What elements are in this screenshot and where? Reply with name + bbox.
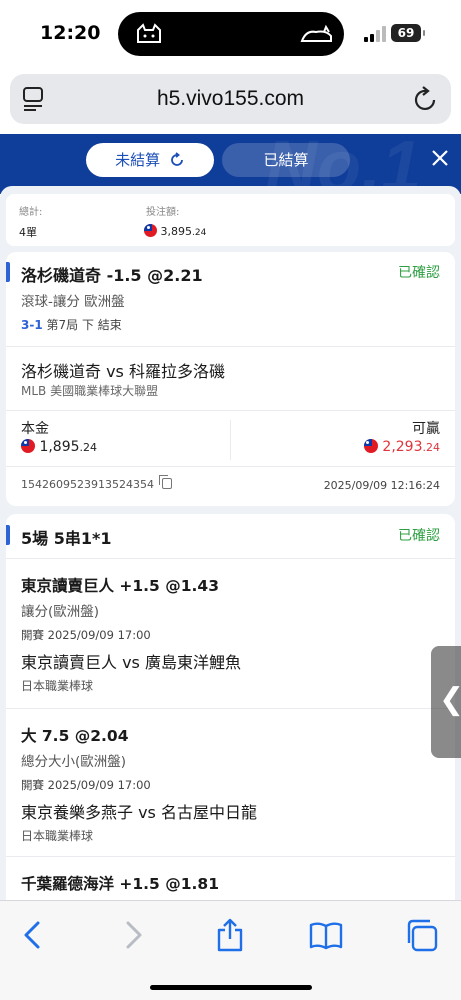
stake-value: 3,895.24 bbox=[144, 224, 206, 238]
divider-vertical bbox=[230, 420, 231, 460]
stake-label: 本金 bbox=[21, 421, 49, 437]
win-label: 可贏 bbox=[412, 421, 440, 437]
summary-panel: 總計: 4單 投注額: 3,895.24 bbox=[6, 194, 455, 246]
leg-match: 東京讀賣巨人 vs 廣島東洋鯉魚 bbox=[21, 653, 241, 672]
leg-start-time: 開賽 2025/09/09 17:00 bbox=[21, 778, 151, 792]
stake-label: 投注額: bbox=[146, 207, 180, 218]
bookmarks-icon[interactable] bbox=[308, 917, 344, 953]
leg-market: 總分大小(歐洲盤) bbox=[21, 754, 127, 770]
leg-market: 讓分(歐洲盤) bbox=[21, 604, 100, 620]
refresh-icon[interactable] bbox=[169, 152, 185, 168]
tab-unsettled[interactable]: 未結算 bbox=[86, 143, 214, 177]
status-bar: 12:20 69 bbox=[0, 0, 461, 68]
leg-league: 日本職業棒球 bbox=[21, 679, 94, 693]
leg-match: 東京養樂多燕子 vs 名古屋中日龍 bbox=[21, 803, 257, 822]
chevron-left-icon: ❮ bbox=[439, 682, 461, 717]
address-bar[interactable]: h5.vivo155.com bbox=[10, 74, 451, 124]
divider bbox=[6, 708, 455, 709]
dynamic-island bbox=[118, 12, 344, 56]
tabs-icon[interactable] bbox=[404, 917, 440, 953]
status-badge: 已確認 bbox=[398, 265, 440, 281]
divider bbox=[6, 410, 455, 411]
leg-pick: 大 7.5 @2.04 bbox=[21, 727, 129, 745]
parlay-title: 5場 5串1*1 bbox=[21, 529, 112, 548]
battery-indicator: 69 bbox=[391, 24, 425, 42]
bet-card-single[interactable]: 洛杉磯道奇 -1.5 @2.21 已確認 滾球-讓分 歐洲盤 3-1 第7局 下… bbox=[6, 252, 455, 506]
divider bbox=[6, 558, 455, 559]
bet-card-parlay[interactable]: 5場 5串1*1 已確認 東京讀賣巨人 +1.5 @1.43 讓分(歐洲盤) 開… bbox=[6, 514, 455, 900]
url-text[interactable]: h5.vivo155.com bbox=[10, 87, 451, 111]
bet-id: 1542609523913524354 bbox=[21, 475, 173, 491]
sleeping-cat-icon bbox=[300, 24, 332, 42]
bet-market: 滾球-讓分 歐洲盤 bbox=[21, 294, 125, 310]
leg-start-time: 開賽 2025/09/09 17:00 bbox=[21, 628, 151, 642]
score: 3-1 bbox=[21, 318, 43, 332]
status-badge: 已確認 bbox=[398, 528, 440, 544]
home-indicator bbox=[150, 985, 312, 990]
tab-unsettled-label: 未結算 bbox=[115, 151, 161, 169]
taiwan-flag-icon bbox=[21, 439, 35, 453]
card-accent bbox=[6, 262, 10, 282]
stake-amount: 1,895.24 bbox=[21, 439, 97, 455]
leg-pick: 東京讀賣巨人 +1.5 @1.43 bbox=[21, 577, 219, 595]
match-name: 洛杉磯道奇 vs 科羅拉多洛磯 bbox=[21, 362, 225, 381]
reload-icon[interactable] bbox=[413, 85, 439, 113]
share-icon[interactable] bbox=[212, 917, 248, 953]
taiwan-flag-icon bbox=[363, 439, 378, 453]
bet-time: 2025/09/09 12:16:24 bbox=[323, 479, 440, 492]
bet-history-header: No.1 未結算 已結算 bbox=[0, 134, 461, 194]
win-amount: 2,293.24 bbox=[363, 439, 440, 455]
status-time: 12:20 bbox=[40, 22, 101, 44]
back-icon[interactable] bbox=[16, 917, 52, 953]
tab-settled[interactable]: 已結算 bbox=[222, 143, 350, 177]
taiwan-flag-icon bbox=[144, 224, 157, 237]
copy-icon[interactable] bbox=[159, 475, 173, 489]
divider bbox=[6, 466, 455, 467]
inning: 第7局 下 結束 bbox=[46, 318, 122, 332]
leg-league: 日本職業棒球 bbox=[21, 829, 94, 843]
forward-icon[interactable] bbox=[114, 917, 150, 953]
side-panel-handle[interactable]: ❮ bbox=[431, 646, 461, 758]
divider bbox=[6, 856, 455, 857]
bet-title: 洛杉磯道奇 -1.5 @2.21 bbox=[21, 266, 203, 285]
close-icon[interactable] bbox=[429, 147, 451, 169]
total-value: 4單 bbox=[19, 226, 37, 239]
total-label: 總計: bbox=[19, 207, 43, 218]
league-name: MLB 美國職業棒球大聯盟 bbox=[21, 384, 159, 398]
divider bbox=[6, 346, 455, 347]
signal-icon bbox=[364, 26, 386, 42]
live-score: 3-1 第7局 下 結束 bbox=[21, 316, 122, 333]
bet-list: 總計: 4單 投注額: 3,895.24 洛杉磯道奇 -1.5 @2.21 已確… bbox=[0, 186, 461, 900]
leg-pick: 千葉羅德海洋 +1.5 @1.81 bbox=[21, 875, 219, 893]
cat-icon bbox=[137, 23, 161, 43]
card-accent bbox=[6, 525, 10, 545]
